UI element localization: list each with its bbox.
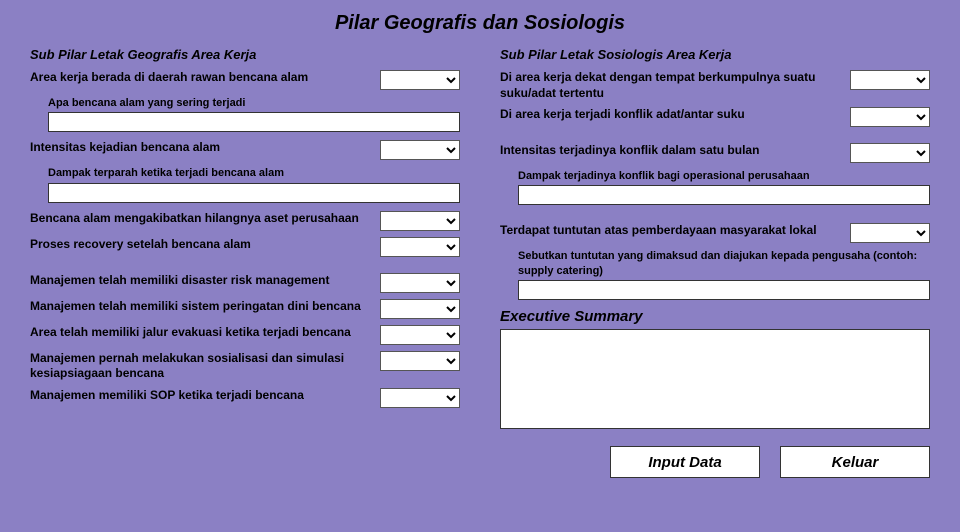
- keluar-button[interactable]: Keluar: [780, 446, 930, 478]
- select-recovery[interactable]: [380, 237, 460, 257]
- exec-summary-header: Executive Summary: [500, 308, 930, 325]
- row-sop: Manajemen memiliki SOP ketika terjadi be…: [30, 388, 460, 408]
- select-sosialisasi[interactable]: [380, 351, 460, 371]
- input-sebutkan-tuntutan[interactable]: [518, 280, 930, 300]
- label-tuntutan: Terdapat tuntutan atas pemberdayaan masy…: [500, 223, 850, 239]
- label-peringatan-dini: Manajemen telah memiliki sistem peringat…: [30, 299, 380, 315]
- form-page: Pilar Geografis dan Sosiologis Sub Pilar…: [0, 0, 960, 488]
- button-row: Input Data Keluar: [500, 446, 930, 478]
- select-hilang-aset[interactable]: [380, 211, 460, 231]
- sublabel-bencana-sering: Apa bencana alam yang sering terjadi: [48, 96, 460, 110]
- right-column: Sub Pilar Letak Sosiologis Area Kerja Di…: [500, 47, 930, 478]
- row-intensitas-bencana: Intensitas kejadian bencana alam: [30, 140, 460, 160]
- row-recovery: Proses recovery setelah bencana alam: [30, 237, 460, 257]
- select-suku-adat[interactable]: [850, 70, 930, 90]
- columns: Sub Pilar Letak Geografis Area Kerja Are…: [30, 47, 930, 478]
- input-dampak-konflik[interactable]: [518, 185, 930, 205]
- label-sop: Manajemen memiliki SOP ketika terjadi be…: [30, 388, 380, 404]
- right-subheader: Sub Pilar Letak Sosiologis Area Kerja: [500, 47, 930, 62]
- label-konflik-adat: Di area kerja terjadi konflik adat/antar…: [500, 107, 850, 123]
- sublabel-dampak-konflik: Dampak terjadinya konflik bagi operasion…: [518, 169, 930, 183]
- input-dampak-terparah[interactable]: [48, 183, 460, 203]
- select-peringatan-dini[interactable]: [380, 299, 460, 319]
- label-intensitas-bencana: Intensitas kejadian bencana alam: [30, 140, 380, 156]
- left-subheader: Sub Pilar Letak Geografis Area Kerja: [30, 47, 460, 62]
- select-drm[interactable]: [380, 273, 460, 293]
- row-sosialisasi: Manajemen pernah melakukan sosialisasi d…: [30, 351, 460, 382]
- left-column: Sub Pilar Letak Geografis Area Kerja Are…: [30, 47, 460, 478]
- page-title: Pilar Geografis dan Sosiologis: [30, 12, 930, 35]
- select-evakuasi[interactable]: [380, 325, 460, 345]
- label-rawan-bencana: Area kerja berada di daerah rawan bencan…: [30, 70, 380, 86]
- label-drm: Manajemen telah memiliki disaster risk m…: [30, 273, 380, 289]
- input-bencana-sering[interactable]: [48, 112, 460, 132]
- row-evakuasi: Area telah memiliki jalur evakuasi ketik…: [30, 325, 460, 345]
- row-konflik-adat: Di area kerja terjadi konflik adat/antar…: [500, 107, 930, 127]
- row-drm: Manajemen telah memiliki disaster risk m…: [30, 273, 460, 293]
- select-konflik-adat[interactable]: [850, 107, 930, 127]
- select-sop[interactable]: [380, 388, 460, 408]
- row-tuntutan: Terdapat tuntutan atas pemberdayaan masy…: [500, 223, 930, 243]
- exec-summary-textarea[interactable]: [500, 329, 930, 429]
- label-hilang-aset: Bencana alam mengakibatkan hilangnya ase…: [30, 211, 380, 227]
- label-recovery: Proses recovery setelah bencana alam: [30, 237, 380, 253]
- sublabel-sebutkan-tuntutan: Sebutkan tuntutan yang dimaksud dan diaj…: [518, 249, 930, 278]
- sublabel-dampak-terparah: Dampak terparah ketika terjadi bencana a…: [48, 166, 460, 180]
- select-intensitas-bencana[interactable]: [380, 140, 460, 160]
- select-rawan-bencana[interactable]: [380, 70, 460, 90]
- select-tuntutan[interactable]: [850, 223, 930, 243]
- label-intensitas-konflik: Intensitas terjadinya konflik dalam satu…: [500, 143, 850, 159]
- label-sosialisasi: Manajemen pernah melakukan sosialisasi d…: [30, 351, 380, 382]
- row-suku-adat: Di area kerja dekat dengan tempat berkum…: [500, 70, 930, 101]
- input-data-button[interactable]: Input Data: [610, 446, 760, 478]
- row-intensitas-konflik: Intensitas terjadinya konflik dalam satu…: [500, 143, 930, 163]
- select-intensitas-konflik[interactable]: [850, 143, 930, 163]
- row-peringatan-dini: Manajemen telah memiliki sistem peringat…: [30, 299, 460, 319]
- label-suku-adat: Di area kerja dekat dengan tempat berkum…: [500, 70, 850, 101]
- row-rawan-bencana: Area kerja berada di daerah rawan bencan…: [30, 70, 460, 90]
- row-hilang-aset: Bencana alam mengakibatkan hilangnya ase…: [30, 211, 460, 231]
- label-evakuasi: Area telah memiliki jalur evakuasi ketik…: [30, 325, 380, 341]
